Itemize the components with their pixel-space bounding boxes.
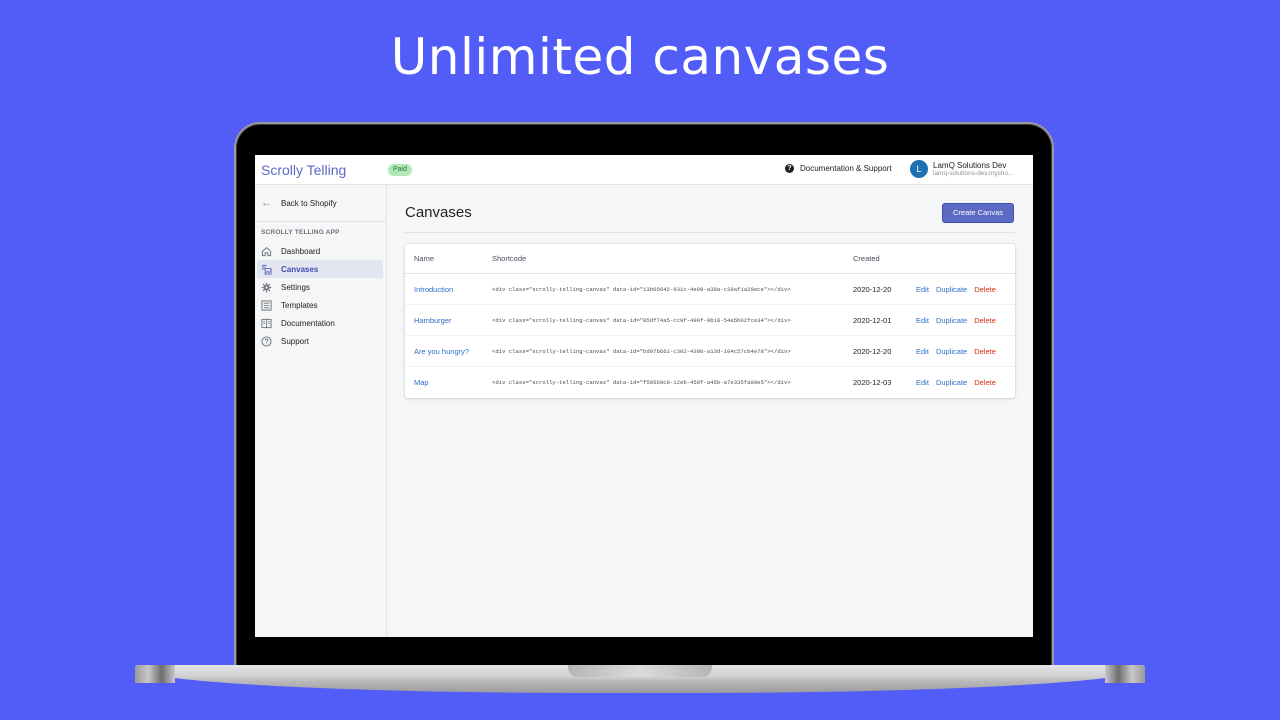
headline: Unlimited canvases bbox=[390, 28, 890, 86]
question-circle-icon bbox=[261, 335, 272, 347]
sidebar-item-label: Documentation bbox=[281, 318, 335, 328]
app-screen: Scrolly Telling Paid ? Documentation & S… bbox=[255, 155, 1033, 637]
canvas-shortcode[interactable]: <div class="scrolly-telling-canvas" data… bbox=[492, 274, 791, 304]
sidebar-item-label: Support bbox=[281, 336, 310, 346]
column-header-created: Created bbox=[853, 254, 880, 263]
canvas-shortcode[interactable]: <div class="scrolly-telling-canvas" data… bbox=[492, 305, 791, 335]
canvas-created-date: 2020-12-03 bbox=[853, 378, 892, 387]
duplicate-button[interactable]: Duplicate bbox=[936, 347, 967, 356]
sidebar-item-canvases[interactable]: Canvases bbox=[257, 260, 383, 278]
home-icon bbox=[261, 246, 272, 257]
title-divider bbox=[405, 232, 1015, 233]
app-brand[interactable]: Scrolly Telling bbox=[261, 162, 346, 178]
documentation-support-link[interactable]: ? Documentation & Support bbox=[785, 164, 892, 173]
user-name: LamQ Solutions Dev bbox=[933, 160, 1007, 170]
sidebar-item-label: Settings bbox=[281, 282, 310, 292]
laptop-notch bbox=[568, 665, 712, 677]
sidebar-section-title: SCROLLY TELLING APP bbox=[261, 229, 340, 236]
user-store: lamq-solutions-dev.mysho... bbox=[933, 169, 1014, 177]
sidebar-item-templates[interactable]: Templates bbox=[257, 296, 383, 314]
plan-badge: Paid bbox=[388, 164, 413, 176]
table-row: Introduction <div class="scrolly-telling… bbox=[405, 274, 1015, 305]
documentation-support-label: Documentation & Support bbox=[800, 164, 892, 173]
duplicate-button[interactable]: Duplicate bbox=[936, 378, 967, 387]
list-icon bbox=[261, 299, 272, 311]
edit-button[interactable]: Edit bbox=[916, 316, 929, 325]
canvas-icon bbox=[261, 264, 272, 275]
row-actions: Edit Duplicate Delete bbox=[916, 305, 996, 335]
avatar: L bbox=[910, 160, 928, 178]
delete-button[interactable]: Delete bbox=[974, 316, 996, 325]
delete-button[interactable]: Delete bbox=[974, 378, 996, 387]
table-row: Hamburger <div class="scrolly-telling-ca… bbox=[405, 305, 1015, 336]
canvas-name-link[interactable]: Hamburger bbox=[414, 305, 452, 335]
arrow-left-icon: ← bbox=[261, 197, 272, 209]
canvas-name-link[interactable]: Are you hungry? bbox=[414, 336, 469, 366]
sidebar-item-support[interactable]: Support bbox=[257, 332, 383, 350]
delete-button[interactable]: Delete bbox=[974, 285, 996, 294]
user-menu[interactable]: L LamQ Solutions Dev lamq-solutions-dev.… bbox=[910, 160, 1013, 178]
row-actions: Edit Duplicate Delete bbox=[916, 274, 996, 304]
sidebar-item-settings[interactable]: Settings bbox=[257, 278, 383, 296]
canvases-table: Name Shortcode Created Introduction <div… bbox=[405, 244, 1015, 398]
book-icon bbox=[261, 318, 272, 329]
sidebar-item-label: Canvases bbox=[281, 264, 319, 274]
sidebar-item-dashboard[interactable]: Dashboard bbox=[257, 242, 383, 260]
sidebar-item-documentation[interactable]: Documentation bbox=[257, 314, 383, 332]
canvas-created-date: 2020-12-20 bbox=[853, 284, 892, 294]
canvas-created-date: 2020-12-01 bbox=[853, 315, 892, 325]
page-title: Canvases bbox=[405, 204, 472, 221]
canvas-shortcode[interactable]: <div class="scrolly-telling-canvas" data… bbox=[492, 367, 791, 398]
canvas-created-date: 2020-12-20 bbox=[853, 346, 892, 356]
question-circle-icon: ? bbox=[785, 164, 794, 173]
edit-button[interactable]: Edit bbox=[916, 347, 929, 356]
table-row: Are you hungry? <div class="scrolly-tell… bbox=[405, 336, 1015, 367]
back-label: Back to Shopify bbox=[281, 198, 337, 208]
gear-icon bbox=[261, 282, 272, 293]
sidebar: ← Back to Shopify SCROLLY TELLING APP Da… bbox=[255, 185, 387, 637]
sidebar-item-label: Templates bbox=[281, 300, 318, 310]
top-bar: Scrolly Telling Paid ? Documentation & S… bbox=[255, 155, 1033, 185]
laptop-base-edge-left bbox=[135, 665, 175, 683]
duplicate-button[interactable]: Duplicate bbox=[936, 316, 967, 325]
column-header-name: Name bbox=[414, 254, 435, 263]
laptop-base-edge-right bbox=[1105, 665, 1145, 683]
sidebar-divider bbox=[255, 221, 386, 222]
table-row: Map <div class="scrolly-telling-canvas" … bbox=[405, 367, 1015, 398]
column-header-shortcode: Shortcode bbox=[492, 254, 527, 263]
create-canvas-button[interactable]: Create Canvas bbox=[942, 203, 1014, 223]
canvas-name-link[interactable]: Introduction bbox=[414, 274, 453, 304]
back-to-shopify-link[interactable]: ← Back to Shopify bbox=[261, 195, 337, 211]
table-header: Name Shortcode Created bbox=[405, 244, 1015, 274]
duplicate-button[interactable]: Duplicate bbox=[936, 285, 967, 294]
sidebar-nav: Dashboard Canvases Settings Templates Do… bbox=[257, 242, 383, 350]
row-actions: Edit Duplicate Delete bbox=[916, 367, 996, 398]
sidebar-item-label: Dashboard bbox=[281, 246, 321, 256]
canvas-shortcode[interactable]: <div class="scrolly-telling-canvas" data… bbox=[492, 336, 791, 366]
edit-button[interactable]: Edit bbox=[916, 285, 929, 294]
edit-button[interactable]: Edit bbox=[916, 378, 929, 387]
canvas-name-link[interactable]: Map bbox=[414, 367, 429, 398]
row-actions: Edit Duplicate Delete bbox=[916, 336, 996, 366]
delete-button[interactable]: Delete bbox=[974, 347, 996, 356]
